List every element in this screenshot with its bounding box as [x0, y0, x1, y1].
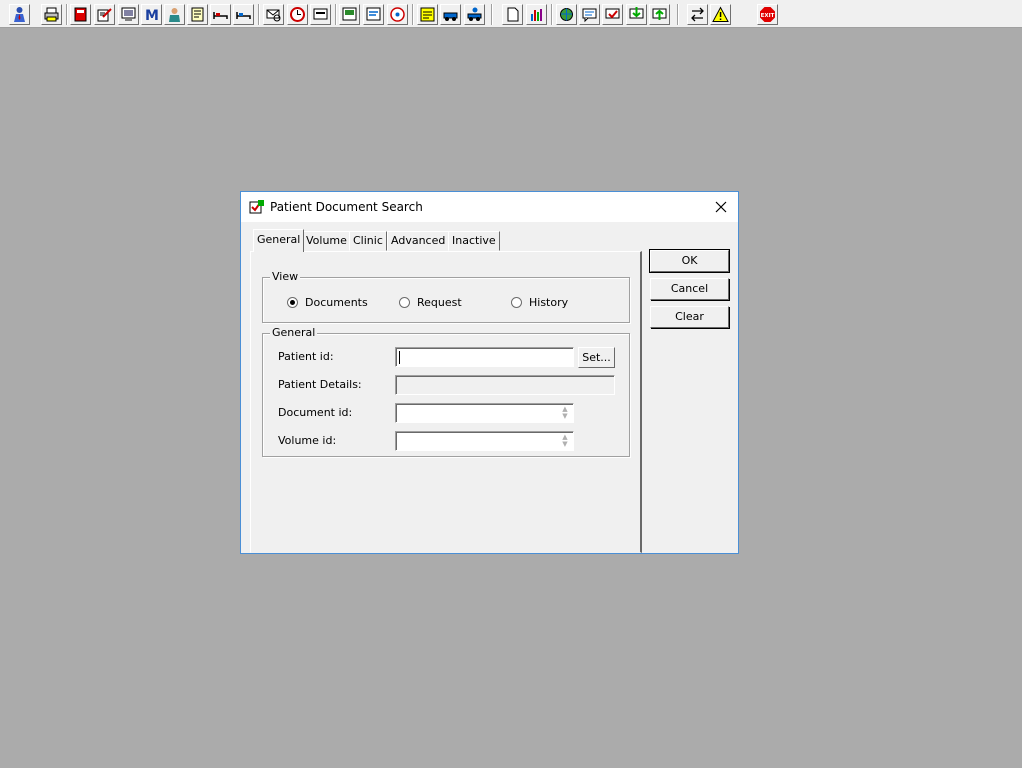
main-toolbar: M EXIT [0, 0, 1022, 28]
text-caret [399, 351, 400, 364]
message-download-icon[interactable] [626, 4, 647, 25]
monitor-list-icon[interactable] [118, 4, 139, 25]
tab-advanced[interactable]: Advanced [387, 231, 450, 251]
radio-request-label: Request [417, 296, 462, 309]
envelope-search-icon[interactable] [263, 4, 284, 25]
radio-documents[interactable]: Documents [287, 296, 368, 309]
message-upload-icon[interactable] [649, 4, 670, 25]
doctor-icon[interactable] [164, 4, 185, 25]
tab-general[interactable]: General [253, 229, 305, 252]
radio-request-circle[interactable] [399, 297, 410, 308]
tab-volume[interactable]: Volume [302, 231, 351, 251]
svg-text:M: M [145, 8, 159, 23]
document-id-spinner[interactable]: ▲ ▼ [559, 405, 571, 421]
book-icon[interactable] [70, 4, 91, 25]
document-id-input[interactable]: ▲ ▼ [395, 403, 574, 423]
volume-id-label: Volume id: [278, 434, 337, 447]
bed-icon[interactable] [210, 4, 231, 25]
bar-chart-icon[interactable] [526, 4, 547, 25]
radio-history-circle[interactable] [511, 297, 522, 308]
report-icon[interactable] [339, 4, 360, 25]
dialog-title: Patient Document Search [270, 200, 423, 214]
patient-id-label: Patient id: [278, 350, 334, 363]
cancel-button[interactable]: Cancel [650, 278, 729, 300]
swap-arrows-icon[interactable] [687, 4, 708, 25]
patient-id-input[interactable] [395, 347, 574, 367]
person-icon[interactable] [9, 4, 30, 25]
globe-icon[interactable] [556, 4, 577, 25]
view-group: View Documents Request History [262, 270, 630, 323]
general-group-label: General [270, 326, 318, 339]
transport-icon[interactable] [440, 4, 461, 25]
volume-id-input[interactable]: ▲ ▼ [395, 431, 574, 451]
message-check-icon[interactable] [602, 4, 623, 25]
clear-button[interactable]: Clear [650, 306, 729, 328]
disc-icon[interactable] [387, 4, 408, 25]
dialog-app-icon [249, 199, 265, 215]
radio-history[interactable]: History [511, 296, 568, 309]
transport-person-icon[interactable] [464, 4, 485, 25]
exit-icon[interactable]: EXIT [757, 4, 778, 25]
view-group-label: View [270, 270, 301, 283]
tab-clinic[interactable]: Clinic [349, 231, 387, 251]
bed-alt-icon[interactable] [233, 4, 254, 25]
warning-icon[interactable] [710, 4, 731, 25]
m-letter-icon[interactable]: M [141, 4, 162, 25]
title-bar[interactable]: Patient Document Search [241, 192, 738, 222]
edit-document-icon[interactable] [94, 4, 115, 25]
volume-id-spinner[interactable]: ▲ ▼ [559, 433, 571, 449]
blank-document-icon[interactable] [502, 4, 523, 25]
printer-icon[interactable] [41, 4, 62, 25]
radio-history-label: History [529, 296, 569, 309]
tab-panel-general: View Documents Request History General P… [250, 251, 642, 553]
patient-document-search-dialog: Patient Document Search General Volume C… [240, 191, 739, 554]
svg-text:EXIT: EXIT [761, 13, 775, 19]
set-button[interactable]: Set... [578, 347, 615, 368]
patient-details-label: Patient Details: [278, 378, 362, 391]
tab-inactive[interactable]: Inactive [448, 231, 500, 251]
radio-documents-label: Documents [305, 296, 368, 309]
ok-button[interactable]: OK [649, 249, 730, 273]
message-icon[interactable] [579, 4, 600, 25]
document-id-label: Document id: [278, 406, 353, 419]
sticky-note-icon[interactable] [417, 4, 438, 25]
patient-details-field [395, 375, 615, 395]
radio-documents-circle[interactable] [287, 297, 298, 308]
general-group: General Patient id: Set... Patient Detai… [262, 326, 630, 457]
radio-request[interactable]: Request [399, 296, 462, 309]
notes-icon[interactable] [187, 4, 208, 25]
close-icon[interactable] [704, 192, 738, 222]
clock-icon[interactable] [287, 4, 308, 25]
chat-report-icon[interactable] [363, 4, 384, 25]
display-icon[interactable] [310, 4, 331, 25]
